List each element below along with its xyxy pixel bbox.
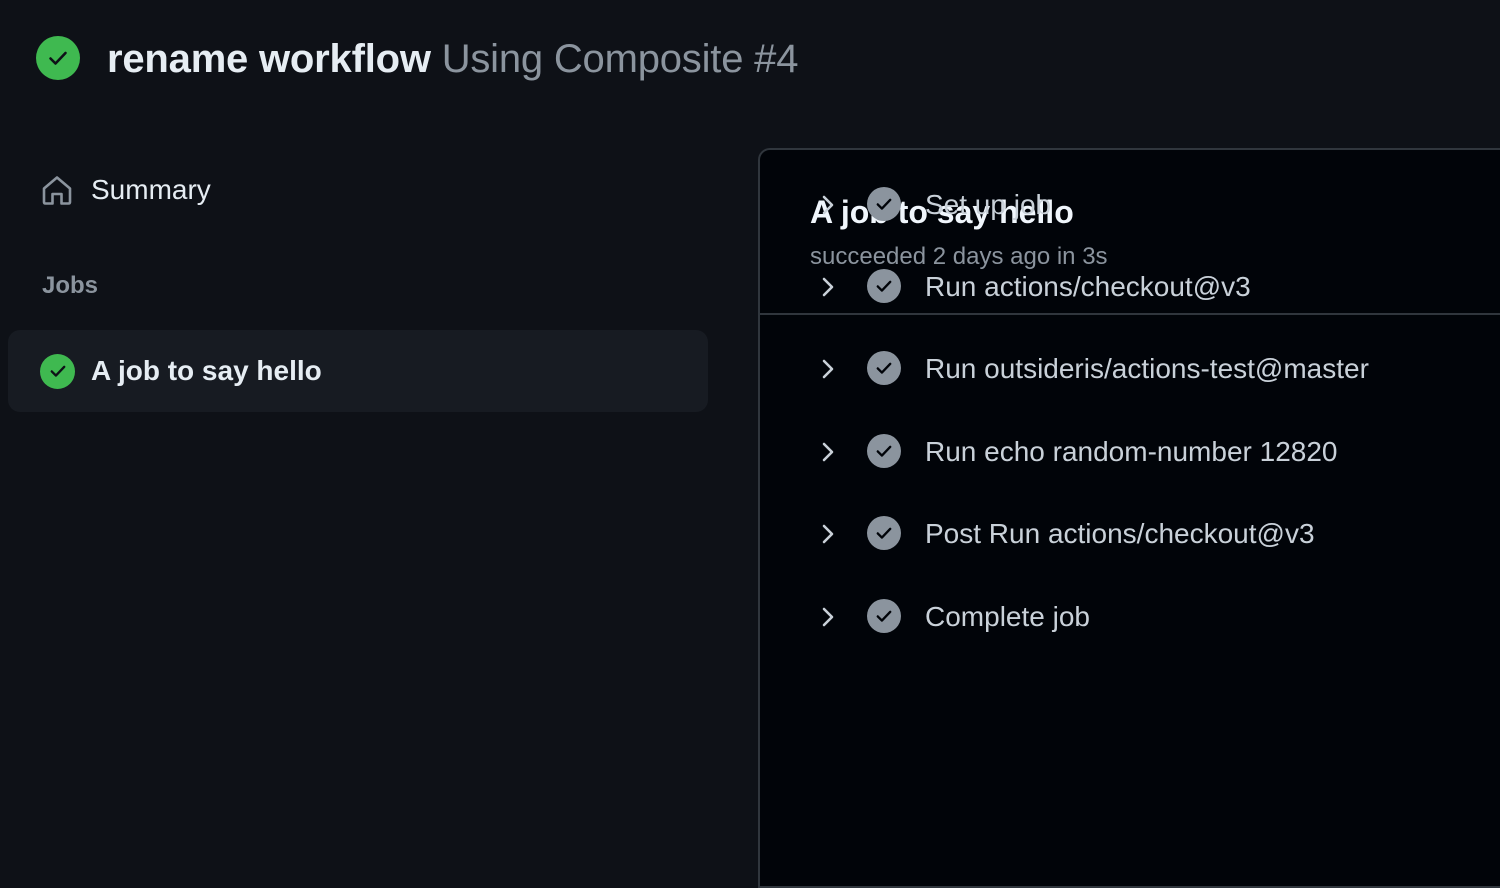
step-row[interactable]: Run actions/checkout@v3	[760, 259, 1500, 315]
step-label: Run actions/checkout@v3	[925, 271, 1251, 302]
step-success-icon	[867, 187, 901, 221]
step-row[interactable]: Run outsideris/actions-test@master	[760, 341, 1500, 397]
workflow-run-header: rename workflow Using Composite #4	[0, 0, 1500, 118]
home-icon	[42, 176, 72, 205]
chevron-right-icon	[822, 524, 834, 544]
jobs-heading: Jobs	[42, 272, 99, 299]
chevron-right-icon	[822, 195, 834, 215]
workflow-name: Using Composite #4	[441, 37, 799, 81]
success-check-icon	[36, 36, 80, 80]
run-sidebar: Summary Jobs A job to say hello	[0, 118, 740, 857]
step-label: Run outsideris/actions-test@master	[925, 353, 1369, 384]
commit-message: rename workflow	[107, 37, 431, 81]
step-label: Complete job	[925, 601, 1090, 632]
chevron-right-icon	[822, 277, 834, 297]
summary-link[interactable]: Summary	[30, 166, 221, 214]
step-row[interactable]: Run echo random-number 12820	[760, 424, 1500, 480]
chevron-right-icon	[822, 359, 834, 379]
success-check-icon	[40, 353, 75, 389]
step-row[interactable]: Complete job	[760, 589, 1500, 645]
run-title: rename workflow Using Composite #4	[107, 33, 798, 85]
step-success-icon	[867, 269, 901, 303]
job-detail-panel: A job to say hello succeeded 2 days ago …	[758, 148, 1500, 888]
step-success-icon	[867, 599, 901, 633]
sidebar-job-item[interactable]: A job to say hello	[8, 330, 708, 412]
step-label: Set up job	[925, 189, 1052, 220]
step-success-icon	[867, 516, 901, 550]
chevron-right-icon	[822, 607, 834, 627]
step-success-icon	[867, 434, 901, 468]
step-row[interactable]: Post Run actions/checkout@v3	[760, 506, 1500, 562]
step-row[interactable]: Set up job	[760, 177, 1500, 233]
step-success-icon	[867, 351, 901, 385]
step-label: Post Run actions/checkout@v3	[925, 518, 1315, 549]
summary-label: Summary	[91, 174, 211, 205]
chevron-right-icon	[822, 442, 834, 462]
step-label: Run echo random-number 12820	[925, 436, 1338, 467]
sidebar-job-label: A job to say hello	[91, 355, 322, 386]
